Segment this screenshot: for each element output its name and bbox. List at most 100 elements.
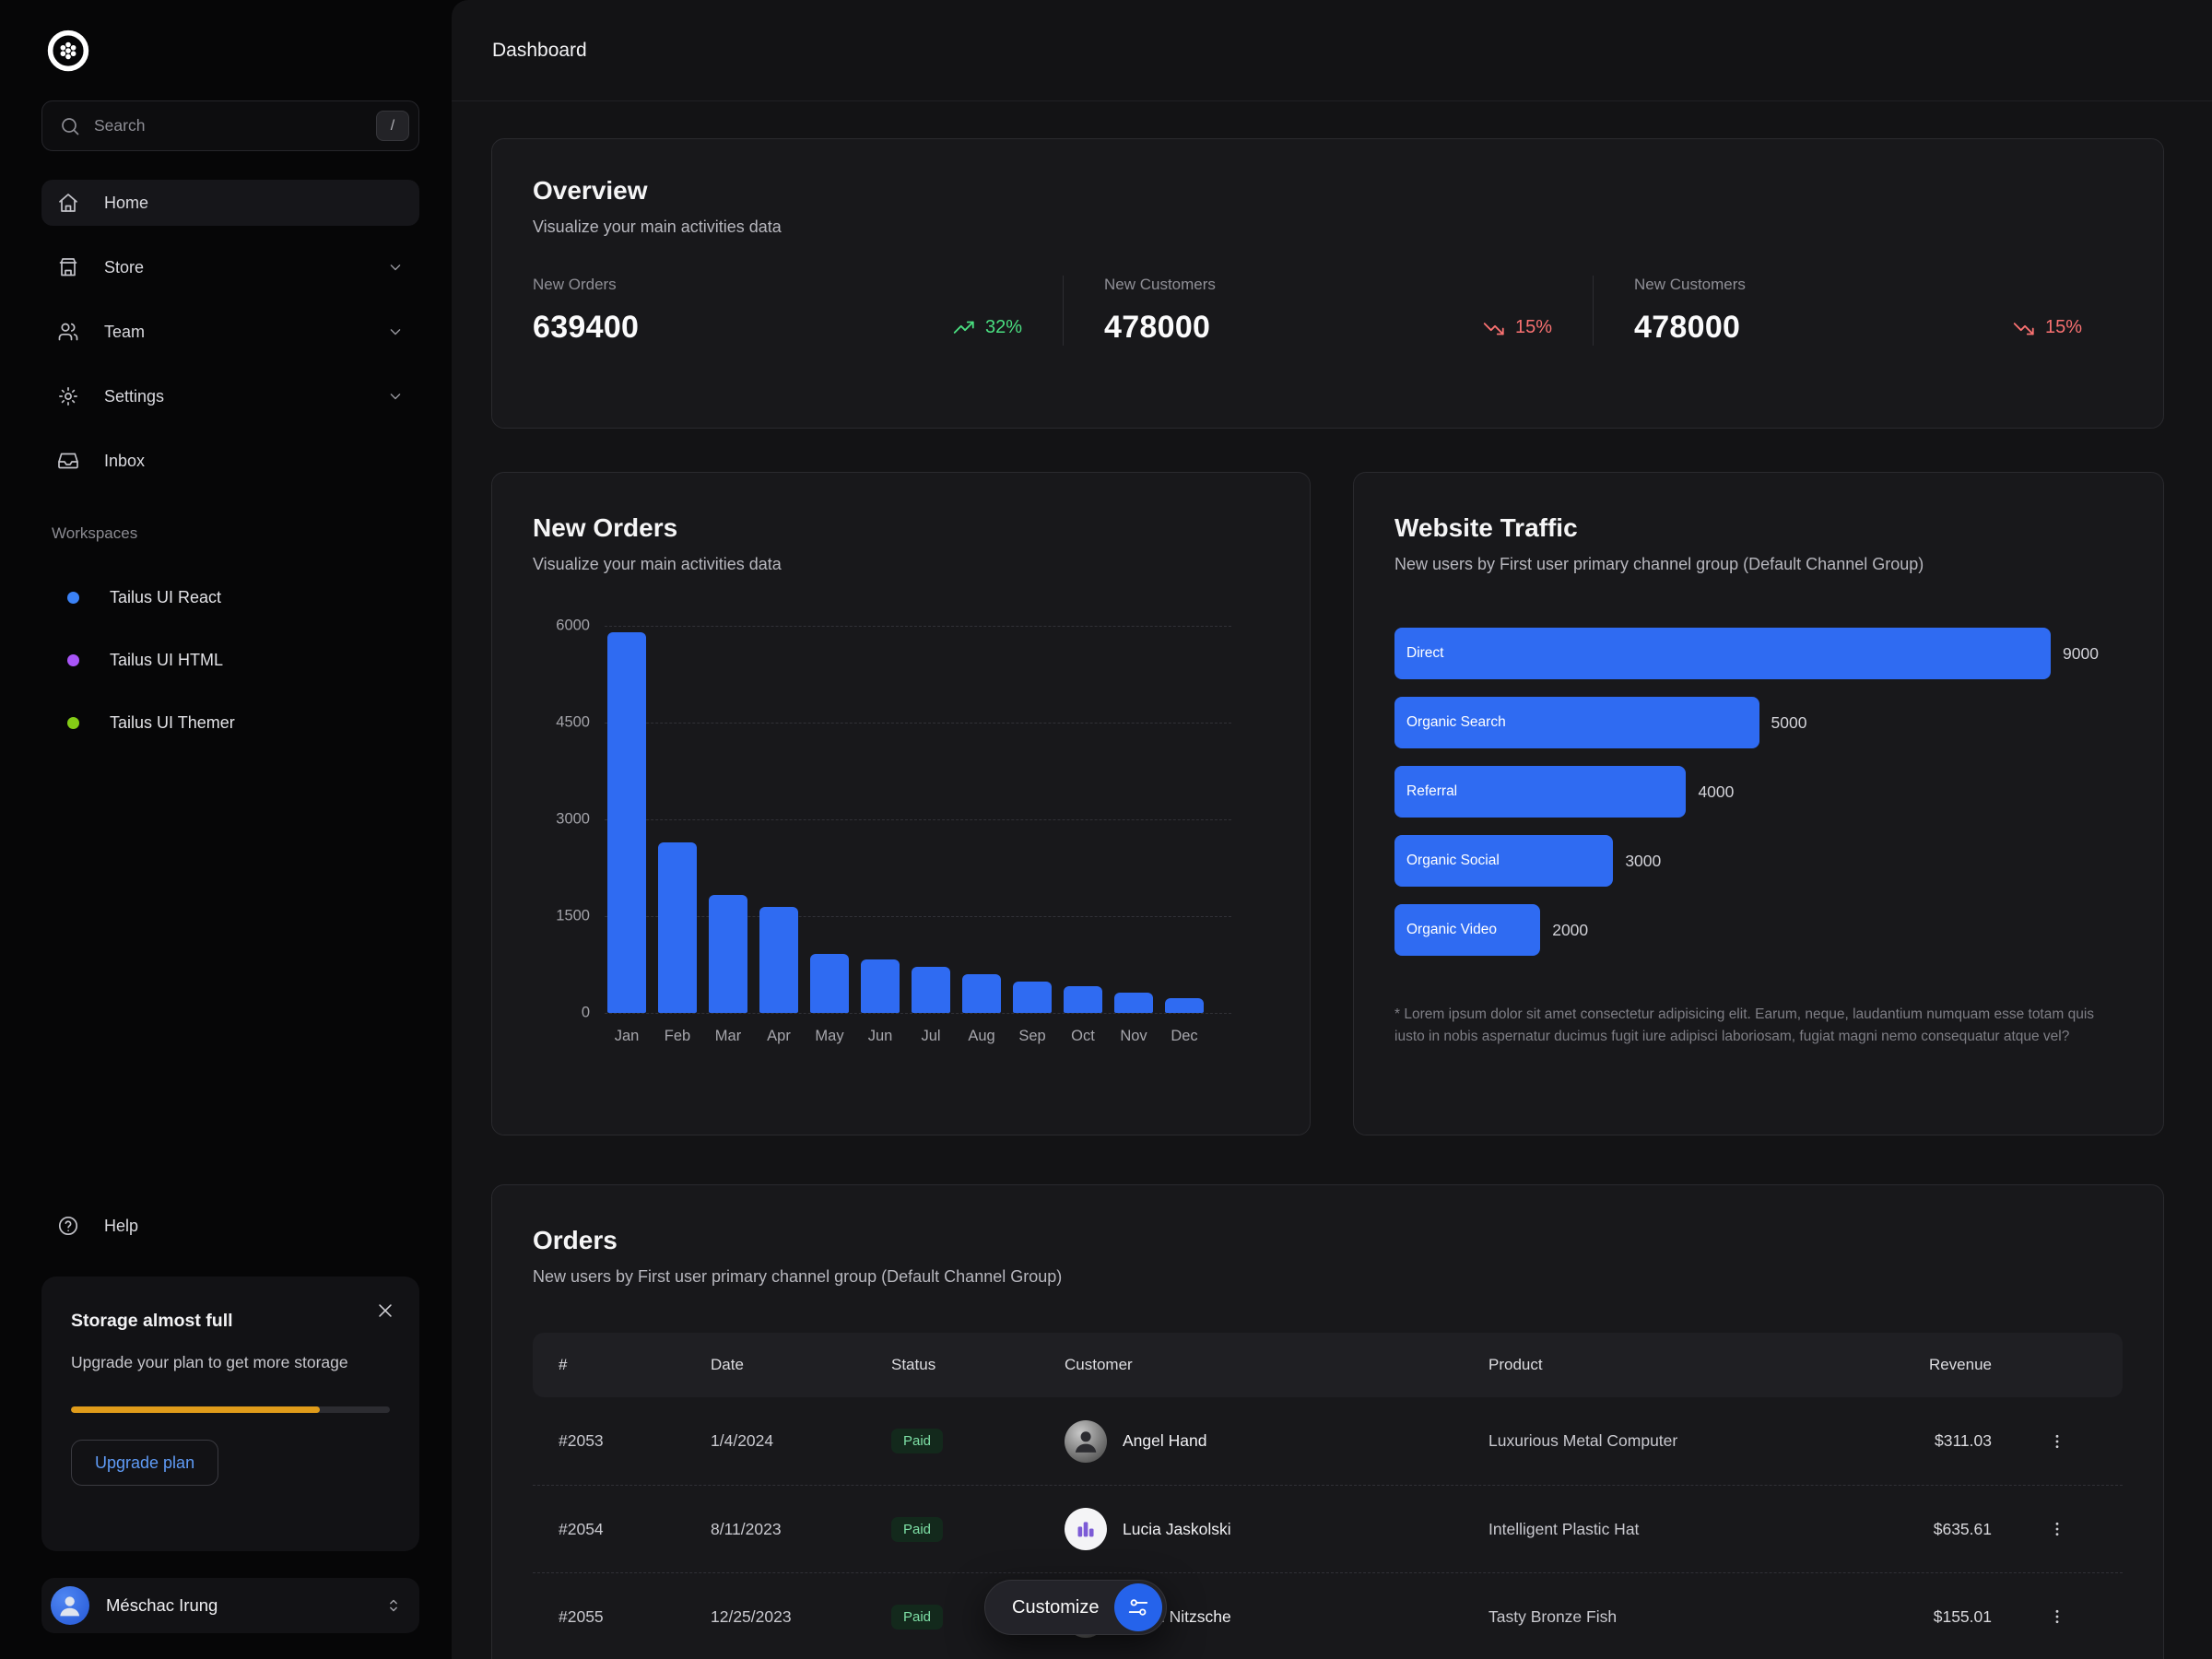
traffic-bar-label: Referral xyxy=(1406,783,1457,800)
stat-delta-value: 32% xyxy=(985,317,1022,338)
bar-mar[interactable] xyxy=(709,895,747,1013)
traffic-bar-direct[interactable]: Direct xyxy=(1394,628,2051,679)
customer-avatar xyxy=(1065,1420,1107,1463)
overview-title: Overview xyxy=(533,176,2123,206)
workspace-label: Tailus UI Themer xyxy=(110,713,235,733)
main-panel: Dashboard Overview Visualize your main a… xyxy=(452,0,2212,1659)
x-axis-tick-label: Aug xyxy=(962,1028,1001,1045)
chevrons-up-down-icon xyxy=(384,1596,403,1615)
sidebar: / HomeStoreTeamSettingsInbox Workspaces … xyxy=(0,0,452,1659)
new-orders-chart-card: New Orders Visualize your main activitie… xyxy=(491,472,1311,1135)
stat-value: 478000 xyxy=(1634,310,1740,346)
bar-jun[interactable] xyxy=(861,959,900,1013)
store-icon xyxy=(57,256,79,278)
table-row[interactable]: #20531/4/2024PaidAngel HandLuxurious Met… xyxy=(533,1397,2123,1485)
x-axis-tick-label: Sep xyxy=(1013,1028,1052,1045)
workspace-item[interactable]: Tailus UI HTML xyxy=(41,651,419,670)
row-menu-button[interactable] xyxy=(2041,1512,2074,1546)
column-header-id: # xyxy=(559,1356,711,1374)
x-axis-tick-label: Nov xyxy=(1114,1028,1153,1045)
traffic-bar-organic-social[interactable]: Organic Social xyxy=(1394,835,1613,887)
bar-jan[interactable] xyxy=(607,632,646,1013)
cell-order-id: #2055 xyxy=(559,1607,711,1627)
customize-button[interactable]: Customize xyxy=(984,1580,1167,1635)
sidebar-item-label: Team xyxy=(104,323,145,342)
table-row[interactable]: #205512/25/2023PaidShem NitzscheTasty Br… xyxy=(533,1572,2123,1659)
x-axis-tick-label: Jan xyxy=(607,1028,646,1045)
x-axis-tick-label: Jul xyxy=(912,1028,950,1045)
bar-apr[interactable] xyxy=(759,907,798,1013)
x-axis-tick-label: May xyxy=(810,1028,849,1045)
traffic-bars: Direct9000Organic Search5000Referral4000… xyxy=(1394,628,2123,956)
overview-stats: New Orders 639400 32% New Customers 478000 15… xyxy=(533,276,2123,346)
stat-value: 639400 xyxy=(533,310,639,346)
traffic-footnote: * Lorem ipsum dolor sit amet consectetur… xyxy=(1394,1004,2123,1048)
sidebar-item-label: Inbox xyxy=(104,452,145,471)
traffic-bar-value: 5000 xyxy=(1771,713,1807,733)
ellipsis-vertical-icon xyxy=(2048,1520,2066,1538)
workspace-label: Tailus UI React xyxy=(110,588,221,607)
cell-revenue: $311.03 xyxy=(1881,1431,1992,1451)
workspace-item[interactable]: Tailus UI Themer xyxy=(41,713,419,733)
close-icon[interactable] xyxy=(375,1300,395,1321)
bar-oct[interactable] xyxy=(1064,986,1102,1013)
bar-aug[interactable] xyxy=(962,974,1001,1013)
search-shortcut-kbd: / xyxy=(376,111,409,141)
y-axis-tick-label: 6000 xyxy=(533,618,590,635)
traffic-bar-label: Direct xyxy=(1406,645,1443,662)
search-input[interactable] xyxy=(94,116,363,135)
bar-may[interactable] xyxy=(810,954,849,1013)
row-menu-button[interactable] xyxy=(2041,1600,2074,1633)
storage-title: Storage almost full xyxy=(71,1311,390,1332)
stat-label: New Orders xyxy=(533,276,1022,294)
traffic-bar-label: Organic Social xyxy=(1406,853,1500,869)
bar-nov[interactable] xyxy=(1114,993,1153,1013)
bar-feb[interactable] xyxy=(658,842,697,1014)
stat-label: New Customers xyxy=(1104,276,1552,294)
row-menu-button[interactable] xyxy=(2041,1425,2074,1458)
storage-progress-fill xyxy=(71,1406,320,1413)
traffic-bar-label: Organic Search xyxy=(1406,714,1506,731)
gridline xyxy=(605,1013,1231,1014)
bar-dec[interactable] xyxy=(1165,998,1204,1013)
user-name: Méschac Irung xyxy=(106,1595,218,1616)
traffic-row: Organic Social3000 xyxy=(1394,835,2123,887)
sidebar-item-team[interactable]: Team xyxy=(41,309,419,355)
sidebar-item-home[interactable]: Home xyxy=(41,180,419,226)
sidebar-item-help[interactable]: Help xyxy=(41,1215,419,1237)
page-title: Dashboard xyxy=(492,40,587,62)
home-icon xyxy=(57,192,79,214)
sliders-icon[interactable] xyxy=(1114,1583,1162,1631)
column-header-product: Product xyxy=(1488,1356,1881,1374)
sidebar-item-settings[interactable]: Settings xyxy=(41,373,419,419)
upgrade-plan-button[interactable]: Upgrade plan xyxy=(71,1440,218,1486)
column-header-date: Date xyxy=(711,1356,891,1374)
cell-customer: Lucia Jaskolski xyxy=(1065,1508,1488,1550)
cell-status: Paid xyxy=(891,1429,1065,1453)
cell-date: 12/25/2023 xyxy=(711,1607,891,1627)
stat-delta-value: 15% xyxy=(2045,317,2082,338)
app-root: / HomeStoreTeamSettingsInbox Workspaces … xyxy=(0,0,2212,1659)
customer-name: Angel Hand xyxy=(1123,1431,1206,1451)
chevron-down-icon xyxy=(386,258,405,276)
sidebar-item-store[interactable]: Store xyxy=(41,244,419,290)
traffic-bar-referral[interactable]: Referral xyxy=(1394,766,1686,818)
user-menu-button[interactable]: Méschac Irung xyxy=(41,1578,419,1633)
customer-avatar xyxy=(1065,1508,1107,1550)
main-header: Dashboard xyxy=(452,0,2212,101)
overview-card: Overview Visualize your main activities … xyxy=(491,138,2164,429)
bar-jul[interactable] xyxy=(912,967,950,1013)
website-traffic-subtitle: New users by First user primary channel … xyxy=(1394,555,2123,574)
traffic-bar-value: 4000 xyxy=(1698,782,1734,802)
customer-name: Lucia Jaskolski xyxy=(1123,1520,1231,1539)
workspace-item[interactable]: Tailus UI React xyxy=(41,588,419,607)
help-label: Help xyxy=(104,1217,138,1236)
table-row[interactable]: #20548/11/2023PaidLucia JaskolskiIntelli… xyxy=(533,1485,2123,1572)
chart-bars xyxy=(605,626,1204,1013)
bar-sep[interactable] xyxy=(1013,982,1052,1013)
sidebar-item-inbox[interactable]: Inbox xyxy=(41,438,419,484)
traffic-bar-organic-video[interactable]: Organic Video xyxy=(1394,904,1540,956)
traffic-bar-organic-search[interactable]: Organic Search xyxy=(1394,697,1759,748)
trending-down-icon xyxy=(2012,316,2036,340)
storage-progress-track xyxy=(71,1406,390,1413)
